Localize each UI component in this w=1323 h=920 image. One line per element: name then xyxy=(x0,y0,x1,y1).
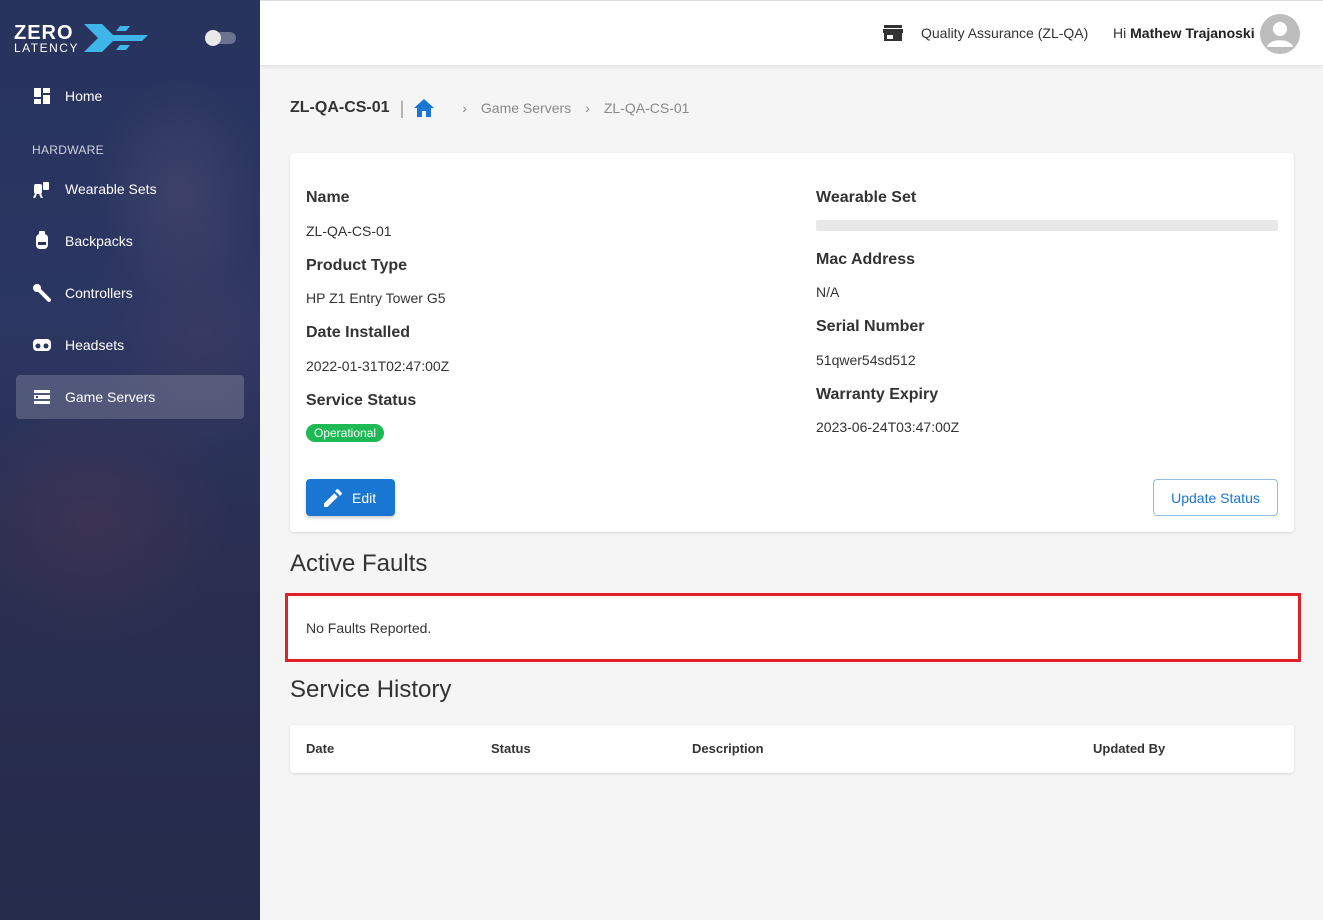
sidebar-item-home[interactable]: Home xyxy=(16,74,244,118)
active-faults-heading: Active Faults xyxy=(290,550,428,577)
service-status-label: Service Status xyxy=(306,392,417,409)
serial-number-value: 51qwer54sd512 xyxy=(816,352,916,368)
sidebar: ZERO LATENCY Home HARDWARE Wearable Sets… xyxy=(0,0,260,920)
serial-number-label: Serial Number xyxy=(816,318,925,335)
logo-wing-icon xyxy=(84,24,148,52)
sidebar-section-hardware: HARDWARE xyxy=(32,143,104,157)
sidebar-background-art xyxy=(0,0,260,920)
pencil-icon xyxy=(324,488,342,507)
date-installed-value: 2022-01-31T02:47:00Z xyxy=(306,358,450,374)
sidebar-item-backpacks[interactable]: Backpacks xyxy=(16,219,244,263)
sidebar-item-label: Wearable Sets xyxy=(65,181,157,197)
sidebar-item-game-servers[interactable]: Game Servers xyxy=(16,375,244,419)
mac-address-label: Mac Address xyxy=(816,251,915,268)
column-header-date[interactable]: Date xyxy=(306,741,334,756)
edit-button[interactable]: Edit xyxy=(306,479,395,516)
sidebar-item-controllers[interactable]: Controllers xyxy=(16,271,244,315)
service-history-table-header: Date Status Description Updated By xyxy=(290,725,1294,773)
store-icon[interactable] xyxy=(883,23,903,48)
wearable-set-icon xyxy=(32,179,52,199)
breadcrumb: ZL-QA-CS-01 | › Game Servers › ZL-QA-CS-… xyxy=(290,96,689,120)
warranty-expiry-value: 2023-06-24T03:47:00Z xyxy=(816,419,960,435)
user-greeting: Hi Mathew Trajanoski xyxy=(1113,25,1255,41)
dashboard-icon xyxy=(32,86,52,106)
sidebar-item-label: Controllers xyxy=(65,285,133,301)
breadcrumb-divider: | xyxy=(399,97,405,118)
mac-address-value: N/A xyxy=(816,284,840,300)
column-header-description[interactable]: Description xyxy=(692,741,764,756)
status-badge: Operational xyxy=(306,424,385,442)
sidebar-item-label: Game Servers xyxy=(65,389,156,405)
wearable-set-label: Wearable Set xyxy=(816,189,917,206)
server-icon xyxy=(32,387,52,407)
top-bar: Quality Assurance (ZL-QA) Hi Mathew Traj… xyxy=(260,0,1323,65)
sidebar-item-headsets[interactable]: Headsets xyxy=(16,323,244,367)
greeting-text: Hi xyxy=(1113,25,1127,41)
name-label: Name xyxy=(306,189,350,206)
sidebar-item-label: Headsets xyxy=(65,337,125,353)
breadcrumb-current: ZL-QA-CS-01 xyxy=(603,100,690,116)
sidebar-item-wearable-sets[interactable]: Wearable Sets xyxy=(16,167,244,211)
active-faults-panel: No Faults Reported. xyxy=(285,593,1301,662)
theme-toggle[interactable] xyxy=(205,30,236,46)
column-header-status[interactable]: Status xyxy=(491,741,531,756)
column-header-updated-by[interactable]: Updated By xyxy=(1093,741,1165,756)
organization-selector[interactable]: Quality Assurance (ZL-QA) xyxy=(921,25,1088,41)
toggle-knob xyxy=(205,30,221,46)
headset-icon xyxy=(32,335,52,355)
sidebar-item-label: Home xyxy=(65,88,103,104)
chevron-right-icon: › xyxy=(585,100,590,116)
user-name: Mathew Trajanoski xyxy=(1130,25,1255,41)
update-status-button[interactable]: Update Status xyxy=(1153,479,1278,516)
no-faults-message: No Faults Reported. xyxy=(306,620,432,636)
page-title: ZL-QA-CS-01 xyxy=(290,99,390,116)
chevron-right-icon: › xyxy=(462,100,467,116)
backpack-icon xyxy=(32,231,52,251)
warranty-expiry-label: Warranty Expiry xyxy=(816,386,939,403)
date-installed-label: Date Installed xyxy=(306,324,411,341)
name-value: ZL-QA-CS-01 xyxy=(306,223,392,239)
service-history-heading: Service History xyxy=(290,676,452,703)
sidebar-item-label: Backpacks xyxy=(65,233,133,249)
zero-latency-logo[interactable]: ZERO LATENCY xyxy=(14,22,148,56)
breadcrumb-game-servers[interactable]: Game Servers xyxy=(481,100,571,116)
product-type-label: Product Type xyxy=(306,257,408,274)
product-type-value: HP Z1 Entry Tower G5 xyxy=(306,290,446,306)
edit-button-label: Edit xyxy=(352,489,377,506)
avatar[interactable] xyxy=(1260,14,1300,54)
user-avatar-icon xyxy=(1267,22,1293,47)
wearable-set-value-placeholder xyxy=(816,220,1278,231)
server-details-card: Name ZL-QA-CS-01 Product Type HP Z1 Entr… xyxy=(290,153,1294,532)
home-icon[interactable] xyxy=(414,99,435,117)
controller-icon xyxy=(32,283,52,303)
logo-text-latency: LATENCY xyxy=(14,41,79,55)
